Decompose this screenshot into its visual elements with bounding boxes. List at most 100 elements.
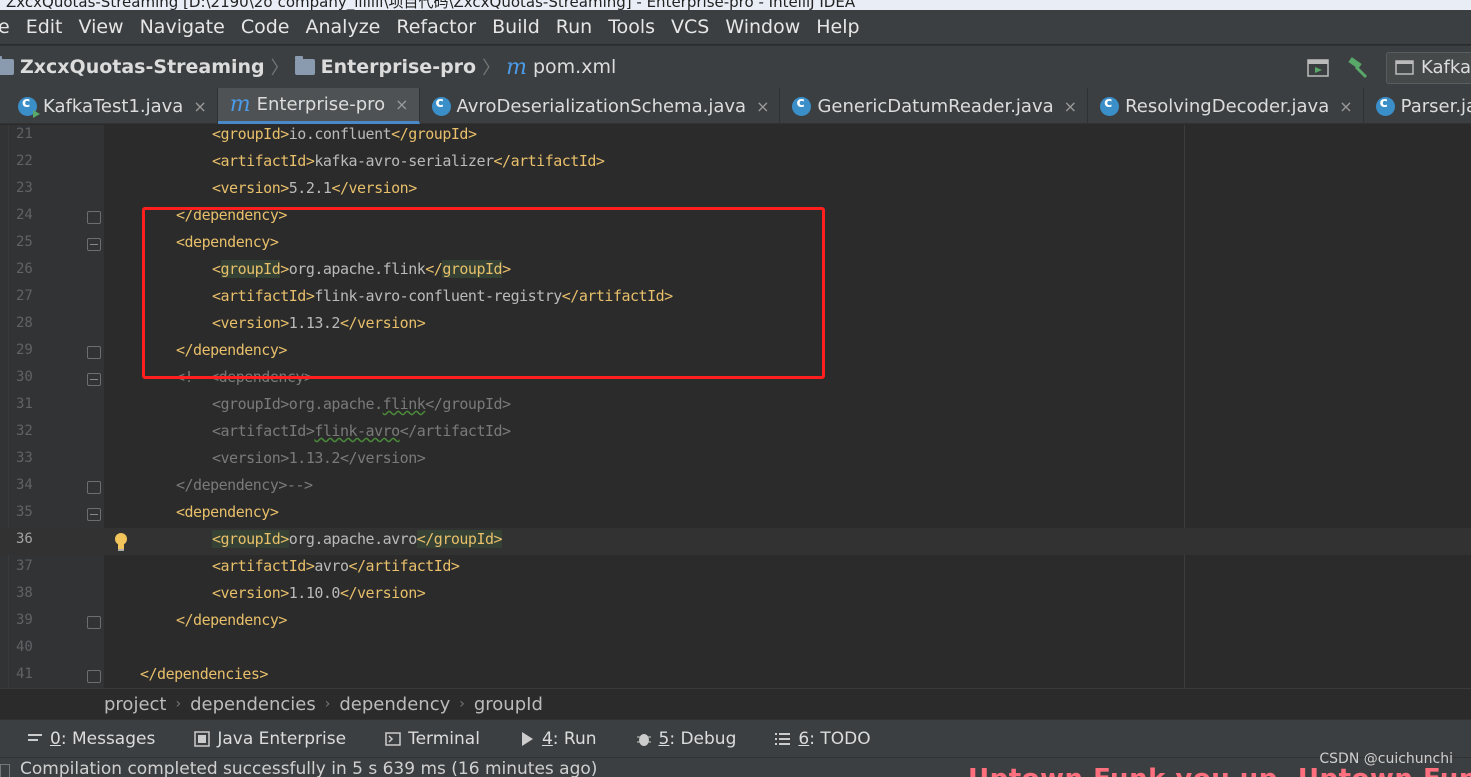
editor-tab[interactable]: m Enterprise-pro × [217, 88, 420, 124]
code-text: <artifactId>avro</artifactId> [212, 557, 460, 575]
code-text: </dependencies> [140, 665, 268, 683]
fold-marker-icon[interactable] [87, 346, 101, 359]
breadcrumb-item[interactable]: dependency [339, 694, 450, 715]
close-icon[interactable]: × [395, 95, 408, 114]
xml-tag: < [212, 125, 221, 143]
xml-tag: </dependencies> [140, 665, 268, 683]
xml-tag: </artifactId> [493, 152, 605, 170]
xml-tag: > [280, 125, 289, 143]
nav-project[interactable]: ZxcxQuotas-Streaming [0, 56, 265, 78]
code-line: 41 </dependencies> [0, 663, 1471, 688]
folder-icon [0, 56, 14, 75]
xml-value: avro [314, 557, 349, 575]
nav-project-label: ZxcxQuotas-Streaming [20, 56, 265, 78]
chevron-right-icon: 〉 [270, 58, 289, 79]
menu-view[interactable]: View [79, 16, 124, 38]
xml-comment: <groupId>org.apache. [212, 395, 383, 413]
breadcrumb-item[interactable]: dependencies [190, 694, 316, 715]
project-structure-icon[interactable] [1306, 58, 1330, 78]
xml-tag: groupId [408, 125, 468, 143]
fold-marker-icon[interactable] [87, 238, 101, 251]
xml-tag: </ [391, 125, 409, 143]
chevron-right-icon: › [175, 696, 182, 712]
close-icon[interactable]: × [1339, 97, 1352, 116]
toolwindow-button[interactable]: 6: TODO [774, 729, 871, 749]
xml-comment: flink [382, 395, 426, 413]
toolwindow-button[interactable]: 0: Messages [26, 729, 155, 749]
tab-label: KafkaTest1.java [43, 95, 184, 117]
line-number: 21 [16, 126, 33, 142]
menu-bar: e Edit View Navigate Code Analyze Refactor Buil… [0, 10, 1471, 44]
code-editor[interactable]: 21 <groupId>io.confluent</groupId> 22 <arti… [0, 125, 1471, 688]
toolwindow-button[interactable]: Java Enterprise [193, 729, 346, 749]
run-configuration-select[interactable]: KafkaT [1386, 51, 1471, 84]
menu-refactor[interactable]: Refactor [396, 16, 476, 38]
xml-comment: </groupId> [425, 395, 511, 413]
fold-marker-icon[interactable] [87, 481, 101, 494]
build-hammer-icon[interactable] [1346, 56, 1370, 78]
fold-marker-icon[interactable] [87, 211, 101, 224]
chevron-right-icon: › [324, 696, 331, 712]
xml-comment: </dependency>--> [176, 476, 313, 494]
menu-help[interactable]: Help [816, 16, 859, 38]
toolwindow-label: Java Enterprise [217, 728, 347, 749]
intention-bulb-icon[interactable] [113, 532, 129, 552]
run-config-label: KafkaT [1421, 57, 1471, 78]
code-line: 22 <artifactId>kafka-avro-serializer</art… [0, 150, 1471, 177]
menu-tools[interactable]: Tools [608, 16, 655, 38]
menu-window[interactable]: Window [725, 16, 800, 38]
breadcrumb-item[interactable]: groupId [474, 694, 543, 715]
fold-marker-icon[interactable] [87, 373, 101, 386]
code-text: <groupId>org.apache.flink</groupId> [212, 395, 511, 413]
menu-file[interactable]: e [0, 16, 10, 38]
menu-edit[interactable]: Edit [26, 16, 63, 38]
status-message: Compilation completed successfully in 5 … [20, 759, 598, 777]
xml-comment: </artifactId> [399, 422, 511, 440]
editor-tab[interactable]: AvroDeserializationSchema.java × [420, 88, 781, 124]
ide-window: ZxcxQuotas-Streaming [D:\2190\2σ company… [0, 0, 1471, 777]
fold-marker-icon[interactable] [87, 616, 101, 629]
java-class-icon [1375, 95, 1395, 116]
code-line: 36 <groupId>org.apache.avro</groupId> [0, 528, 1471, 555]
editor-tab[interactable]: ResolvingDecoder.java × [1088, 88, 1364, 124]
fold-marker-icon[interactable] [87, 508, 101, 521]
fold-marker-icon[interactable] [87, 670, 101, 683]
code-line: 21 <groupId>io.confluent</groupId> [0, 125, 1471, 150]
line-number: 38 [16, 585, 33, 601]
navigation-bar: ZxcxQuotas-Streaming 〉 Enterprise-pro 〉 … [0, 45, 1471, 88]
nav-module[interactable]: Enterprise-pro [294, 56, 477, 78]
menu-vcs[interactable]: VCS [671, 16, 709, 38]
nav-module-label: Enterprise-pro [320, 56, 477, 78]
code-text: <groupId>io.confluent</groupId> [212, 125, 477, 143]
java-class-icon [431, 95, 451, 116]
breadcrumb-item[interactable]: project [104, 694, 166, 715]
editor-tab[interactable]: Parser.java× [1364, 88, 1471, 124]
close-icon[interactable]: × [193, 97, 206, 116]
event-log-icon[interactable] [0, 764, 10, 777]
menu-code[interactable]: Code [241, 16, 290, 38]
annotation-highlight-box [142, 207, 825, 379]
java-class-run-icon [18, 95, 40, 118]
close-icon[interactable]: × [1064, 97, 1077, 116]
toolwindow-button[interactable]: 4: Run [518, 729, 597, 749]
line-number: 40 [16, 639, 33, 655]
line-number: 31 [16, 396, 33, 412]
menu-run[interactable]: Run [556, 16, 592, 38]
code-line: 40 [0, 636, 1471, 663]
line-number: 30 [16, 369, 33, 385]
editor-tab[interactable]: GenericDatumReader.java × [780, 88, 1089, 124]
toolwindow-button[interactable]: Terminal [384, 729, 480, 749]
code-line: 35 <dependency> [0, 501, 1471, 528]
menu-analyze[interactable]: Analyze [305, 16, 380, 38]
module-folder-icon [294, 56, 315, 75]
line-number: 25 [16, 234, 33, 250]
nav-file[interactable]: m pom.xml [506, 55, 616, 80]
code-line: 34 </dependency>--> [0, 474, 1471, 501]
editor-tab[interactable]: KafkaTest1.java × [0, 88, 218, 124]
menu-build[interactable]: Build [492, 16, 540, 38]
line-number: 32 [16, 423, 33, 439]
toolwindow-button[interactable]: 5: Debug [635, 729, 736, 749]
chevron-right-icon: 〉 [482, 58, 501, 79]
close-icon[interactable]: × [756, 97, 769, 116]
menu-navigate[interactable]: Navigate [140, 16, 225, 38]
